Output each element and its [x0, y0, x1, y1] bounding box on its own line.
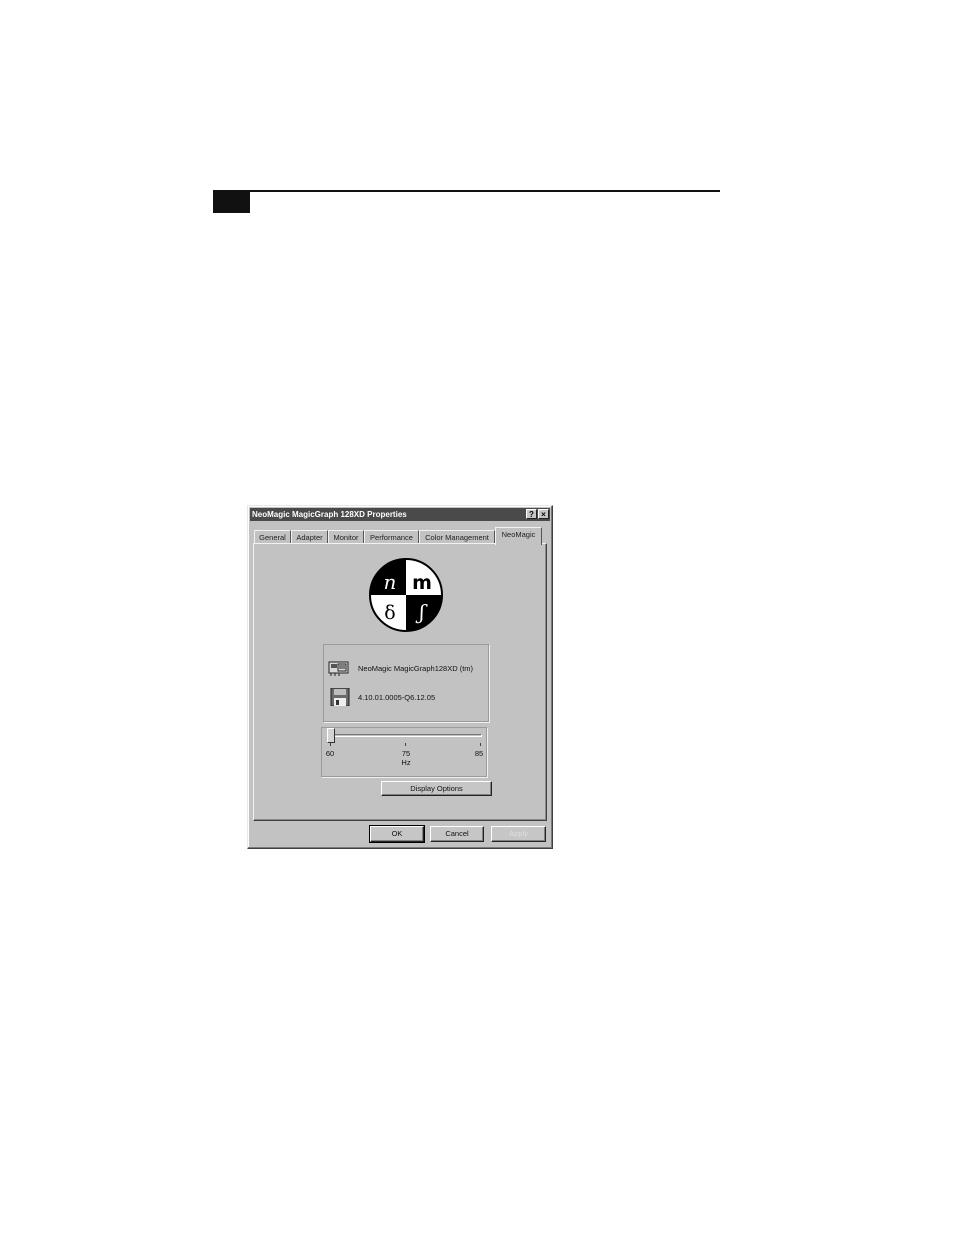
window-title: NeoMagic MagicGraph 128XD Properties: [252, 510, 407, 519]
floppy-disk-icon: [330, 688, 350, 706]
display-options-label: Display Options: [410, 784, 463, 793]
logo-letter-m: m: [412, 572, 432, 594]
logo-letter-n: n: [384, 570, 397, 594]
refresh-rate-slider-thumb[interactable]: [327, 728, 335, 743]
tick-label-75: 75: [401, 749, 411, 758]
ok-label: OK: [391, 829, 403, 838]
ok-button[interactable]: OK: [369, 825, 425, 843]
display-adapter-icon: [328, 661, 349, 676]
apply-label: Apply: [509, 829, 528, 838]
tick-75: [405, 743, 406, 746]
cancel-button[interactable]: Cancel: [430, 826, 484, 842]
help-button[interactable]: ?: [526, 509, 537, 519]
refresh-rate-group: 60 75 85 Hz: [321, 727, 487, 777]
refresh-rate-track: [330, 734, 482, 737]
driver-version: 4.10.01.0005-Q6.12.05: [358, 693, 436, 702]
page-header-rule: [213, 190, 720, 192]
apply-button[interactable]: Apply: [491, 826, 546, 842]
adapter-name: NeoMagic MagicGraph128XD (tm): [358, 664, 474, 673]
tick-label-60: 60: [325, 749, 335, 758]
title-bar[interactable]: NeoMagic MagicGraph 128XD Properties ? ×: [250, 508, 550, 521]
tick-label-85: 85: [474, 749, 484, 758]
properties-dialog: NeoMagic MagicGraph 128XD Properties ? ×…: [247, 505, 553, 849]
page-number-tab: [213, 192, 250, 213]
logo-letter-delta: δ: [384, 602, 395, 624]
neomagic-tab-panel: n m δ ʃ NeoMagic MagicGraph128XD (tm) 4.…: [253, 543, 547, 821]
tab-general[interactable]: General: [254, 530, 291, 544]
unit-label: Hz: [401, 758, 411, 767]
tab-neomagic[interactable]: NeoMagic: [495, 527, 542, 545]
display-options-button[interactable]: Display Options: [381, 781, 492, 796]
tab-adapter[interactable]: Adapter: [291, 530, 328, 544]
tab-color-management[interactable]: Color Management: [419, 530, 495, 544]
tab-monitor[interactable]: Monitor: [328, 530, 364, 544]
tick-60: [330, 743, 331, 746]
close-button[interactable]: ×: [538, 509, 549, 519]
tab-performance[interactable]: Performance: [364, 530, 419, 544]
neomagic-logo-icon: n m δ ʃ: [369, 558, 443, 632]
tick-85: [480, 743, 481, 746]
cancel-label: Cancel: [445, 829, 469, 838]
adapter-info-group: NeoMagic MagicGraph128XD (tm) 4.10.01.00…: [323, 644, 489, 722]
